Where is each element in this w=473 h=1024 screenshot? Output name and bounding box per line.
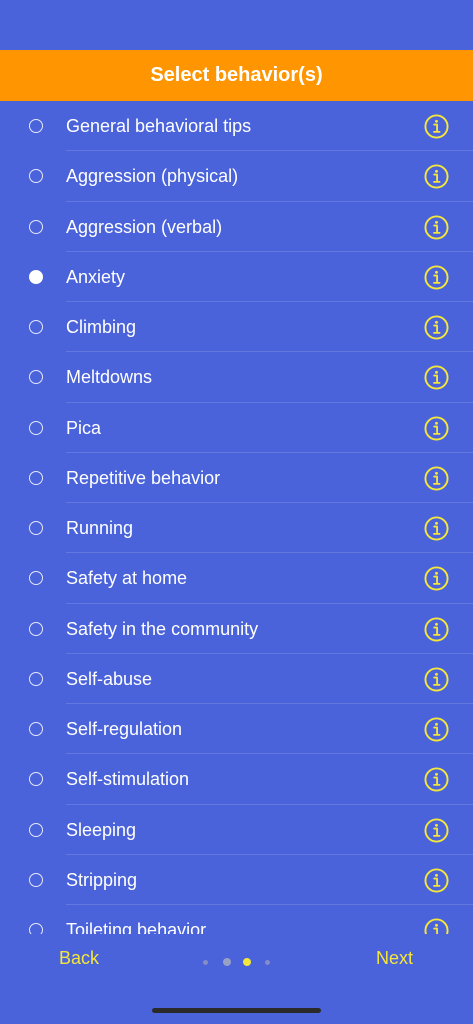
list-item[interactable]: Sleeping — [0, 805, 473, 855]
list-item-label: General behavioral tips — [66, 116, 252, 136]
list-item-label: Safety at home — [66, 568, 188, 589]
radio-icon[interactable] — [29, 470, 43, 485]
list-item[interactable]: Repetitive behavior — [0, 453, 473, 503]
info-circle-icon[interactable] — [424, 114, 449, 139]
radio-icon[interactable] — [29, 571, 43, 586]
radio-icon[interactable] — [29, 219, 43, 234]
footer-bar: Back Next — [0, 934, 473, 986]
list-item[interactable]: Self-regulation — [0, 704, 473, 755]
radio-icon[interactable] — [29, 872, 43, 887]
page-dot — [203, 959, 208, 965]
list-item[interactable]: Self-stimulation — [0, 754, 473, 805]
list-item[interactable]: Toileting behavior — [0, 905, 473, 934]
list-item[interactable]: Climbing — [0, 302, 473, 353]
list-item[interactable]: Aggression (physical) — [0, 151, 473, 202]
back-button[interactable]: Back — [59, 948, 99, 969]
page-dot — [223, 958, 231, 966]
info-circle-icon[interactable] — [424, 365, 449, 390]
list-item-label: Pica — [66, 417, 102, 438]
home-indicator — [152, 1008, 321, 1013]
info-circle-icon[interactable] — [424, 767, 449, 792]
list-item-label: Running — [66, 518, 134, 538]
info-circle-icon[interactable] — [424, 466, 449, 491]
page-dot-active — [243, 958, 251, 966]
info-circle-icon[interactable] — [424, 516, 449, 541]
radio-icon[interactable] — [29, 722, 43, 736]
info-circle-icon[interactable] — [424, 315, 449, 340]
radio-icon[interactable] — [29, 320, 43, 334]
radio-icon[interactable] — [29, 621, 43, 636]
info-circle-icon[interactable] — [424, 566, 449, 591]
list-item[interactable]: Safety at home — [0, 553, 473, 604]
info-circle-icon[interactable] — [424, 616, 449, 642]
radio-icon[interactable] — [29, 671, 43, 686]
page-indicator — [200, 956, 275, 968]
list-item-label: Sleeping — [66, 819, 137, 840]
page-dot — [265, 959, 270, 965]
list-item[interactable]: Stripping — [0, 855, 473, 905]
radio-icon[interactable] — [29, 119, 43, 133]
list-item-label: Aggression (physical) — [66, 166, 239, 187]
list-item-label: Self-stimulation — [66, 769, 190, 790]
list-item-label: Self-abuse — [66, 668, 153, 689]
list-item[interactable]: Safety in the community — [0, 604, 473, 654]
list-item-label: Anxiety — [66, 266, 126, 287]
list-item[interactable]: Running — [0, 503, 473, 554]
page-title: Select behavior(s) — [150, 64, 323, 86]
list-item-label: Meltdowns — [66, 367, 153, 388]
list-item[interactable]: General behavioral tips — [0, 101, 473, 152]
radio-icon[interactable] — [29, 521, 43, 535]
list-item-label: Aggression (verbal) — [66, 216, 223, 237]
header-bar: Select behavior(s) — [0, 50, 473, 101]
info-circle-icon[interactable] — [424, 918, 449, 934]
list-item[interactable]: Self-abuse — [0, 654, 473, 704]
radio-selected-icon[interactable] — [29, 269, 43, 284]
info-circle-icon[interactable] — [424, 214, 449, 240]
radio-icon[interactable] — [29, 420, 43, 435]
info-circle-icon[interactable] — [424, 667, 449, 692]
list-item-label: Climbing — [66, 317, 137, 337]
radio-icon[interactable] — [29, 370, 43, 385]
list-item[interactable]: Anxiety — [0, 252, 473, 302]
list-item-label: Safety in the community — [66, 618, 259, 639]
info-circle-icon[interactable] — [424, 717, 449, 742]
list-item-label: Toileting behavior — [66, 920, 207, 934]
radio-icon[interactable] — [29, 923, 43, 934]
list-item[interactable]: Aggression (verbal) — [0, 202, 473, 252]
info-circle-icon[interactable] — [424, 164, 449, 189]
radio-icon[interactable] — [29, 822, 43, 837]
info-circle-icon[interactable] — [424, 817, 449, 843]
info-circle-icon[interactable] — [424, 868, 449, 893]
next-button[interactable]: Next — [376, 948, 413, 969]
behavior-list[interactable]: General behavioral tips Aggression (physi… — [0, 101, 473, 934]
list-item-label: Stripping — [66, 869, 138, 890]
list-item-label: Repetitive behavior — [66, 467, 221, 488]
list-item-label: Self-regulation — [66, 719, 183, 739]
info-circle-icon[interactable] — [424, 265, 449, 290]
radio-icon[interactable] — [29, 772, 43, 787]
list-item[interactable]: Pica — [0, 403, 473, 453]
list-item[interactable]: Meltdowns — [0, 352, 473, 403]
info-circle-icon[interactable] — [424, 415, 449, 441]
radio-icon[interactable] — [29, 169, 43, 184]
